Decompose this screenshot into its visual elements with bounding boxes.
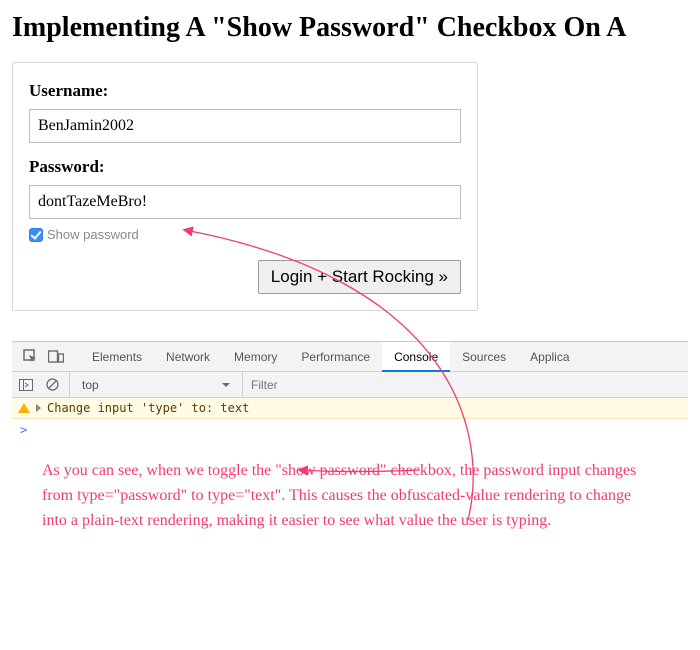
console-filter-input[interactable] [249, 377, 429, 393]
tab-application[interactable]: Applica [518, 342, 581, 372]
tab-sources[interactable]: Sources [450, 342, 518, 372]
console-log-message: Change input 'type' to: text [47, 401, 249, 415]
console-prompt[interactable]: > [12, 419, 688, 441]
chevron-down-icon [222, 378, 230, 392]
username-label: Username: [29, 81, 461, 101]
context-selector[interactable]: top [76, 375, 236, 395]
warning-icon [18, 403, 30, 413]
tab-network[interactable]: Network [154, 342, 222, 372]
tab-memory[interactable]: Memory [222, 342, 289, 372]
console-sidebar-toggle-icon[interactable] [17, 373, 35, 397]
context-selector-value: top [82, 378, 99, 392]
disclosure-triangle-icon[interactable] [36, 404, 41, 412]
handwritten-annotation: As you can see, when we toggle the "show… [42, 459, 658, 533]
username-input[interactable] [29, 109, 461, 143]
show-password-row: Show password [29, 227, 461, 242]
login-form: Username: Password: Show password Login … [12, 62, 478, 311]
inspect-element-icon[interactable] [18, 345, 42, 369]
show-password-label: Show password [47, 227, 139, 242]
login-button[interactable]: Login + Start Rocking » [258, 260, 461, 294]
devtools-tabbar: Elements Network Memory Performance Cons… [12, 342, 688, 372]
tab-performance[interactable]: Performance [289, 342, 382, 372]
password-field-block: Password: Show password [29, 157, 461, 242]
tab-elements[interactable]: Elements [80, 342, 154, 372]
page-title: Implementing A "Show Password" Checkbox … [12, 12, 688, 44]
clear-console-icon[interactable] [43, 373, 61, 397]
device-toolbar-icon[interactable] [44, 345, 68, 369]
tab-console[interactable]: Console [382, 342, 450, 372]
password-label: Password: [29, 157, 461, 177]
console-toolbar: top [12, 372, 688, 398]
devtools-panel: Elements Network Memory Performance Cons… [12, 341, 688, 441]
console-log-row[interactable]: Change input 'type' to: text [12, 398, 688, 419]
username-field-block: Username: [29, 81, 461, 143]
password-input[interactable] [29, 185, 461, 219]
show-password-checkbox[interactable] [29, 228, 43, 242]
